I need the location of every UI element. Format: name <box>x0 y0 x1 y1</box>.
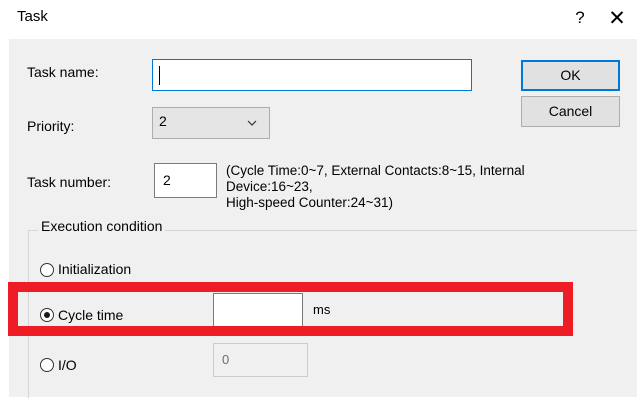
io-value: 0 <box>222 352 230 367</box>
close-button[interactable]: ✕ <box>605 4 629 32</box>
task-number-desc-line: High-speed Counter:24~31) <box>226 195 393 210</box>
task-name-label: Task name: <box>27 64 99 80</box>
ok-button[interactable]: OK <box>521 60 620 91</box>
task-number-value: 2 <box>163 172 171 188</box>
highlight-annotation <box>8 282 573 336</box>
initialization-label[interactable]: Initialization <box>58 261 131 277</box>
cancel-button[interactable]: Cancel <box>521 96 620 127</box>
text-caret <box>159 66 160 85</box>
task-number-description: (Cycle Time:0~7, External Contacts:8~15,… <box>226 163 626 217</box>
help-button[interactable]: ? <box>568 4 592 32</box>
window-title: Task <box>17 8 48 25</box>
title-bar: Task ? ✕ <box>0 0 637 38</box>
priority-label: Priority: <box>27 118 75 134</box>
task-number-label: Task number: <box>27 174 112 190</box>
io-radio[interactable] <box>40 358 54 372</box>
priority-select[interactable]: 2 <box>152 107 270 139</box>
io-label[interactable]: I/O <box>58 357 77 373</box>
task-number-desc-line: (Cycle Time:0~7, External Contacts:8~15,… <box>226 163 525 178</box>
io-input: 0 <box>213 343 308 377</box>
task-number-desc-line: Device:16~23, <box>226 179 313 194</box>
task-name-input[interactable] <box>152 59 472 91</box>
execution-condition-title: Execution condition <box>38 218 166 234</box>
chevron-down-icon <box>247 120 257 126</box>
priority-value: 2 <box>159 113 167 129</box>
initialization-radio[interactable] <box>40 263 54 277</box>
task-number-input[interactable]: 2 <box>154 163 217 198</box>
